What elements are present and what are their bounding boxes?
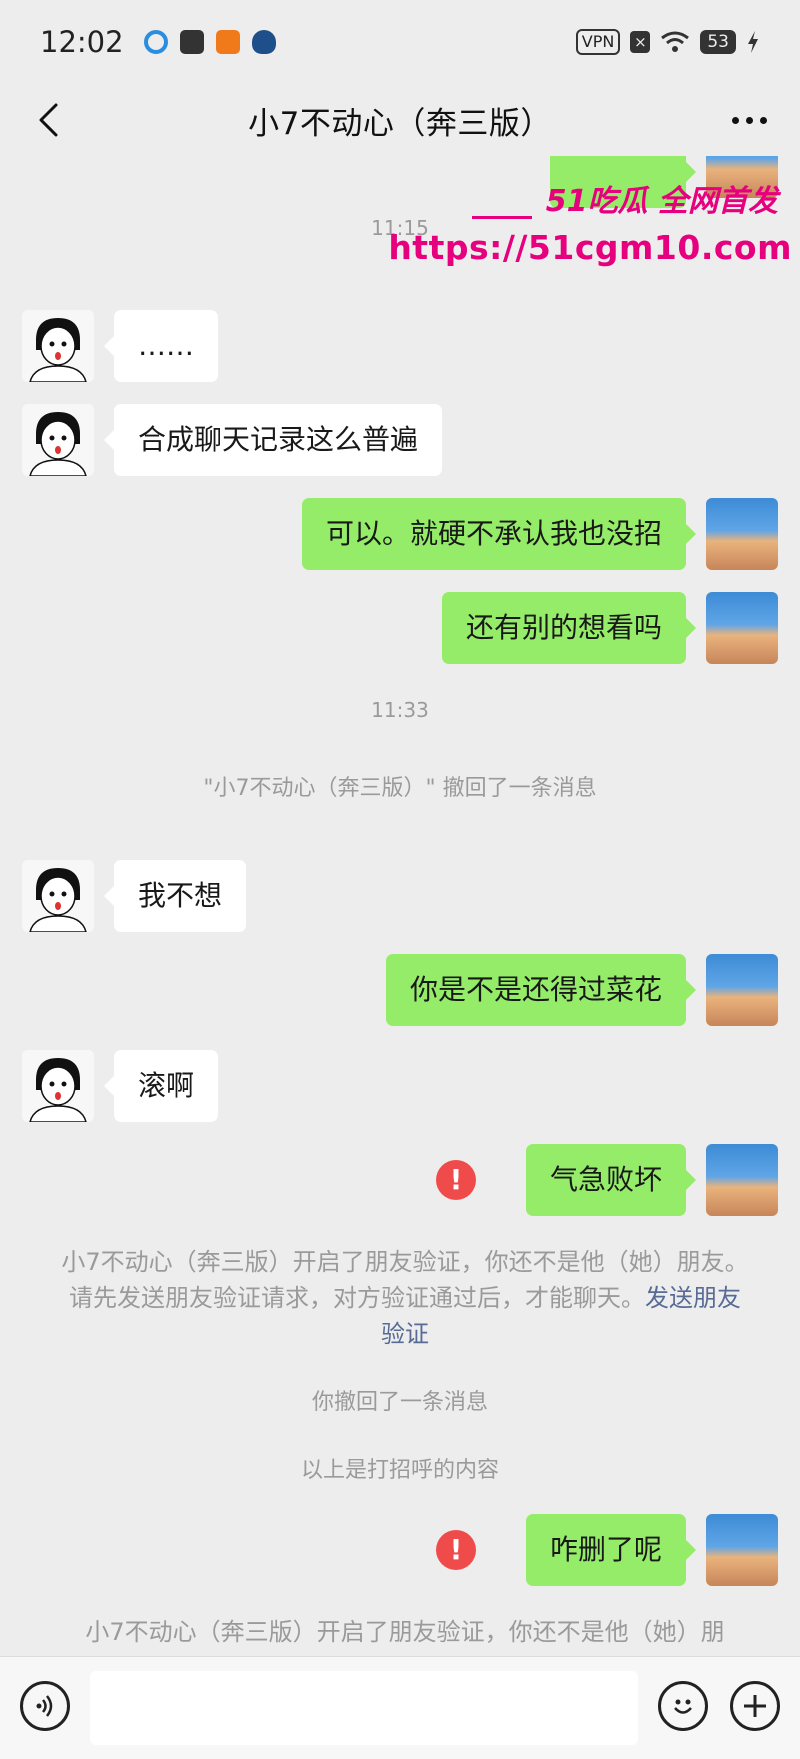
smiley-icon (674, 1699, 692, 1714)
close-icon: × (630, 31, 651, 53)
girl-avatar-icon (22, 1050, 94, 1122)
plus-icon (744, 1695, 766, 1717)
clock: 12:02 (40, 25, 124, 59)
sent-bubble[interactable]: 咋删了呢 (525, 1514, 697, 1586)
contact-avatar[interactable] (22, 310, 94, 382)
my-avatar[interactable] (706, 1144, 778, 1216)
send-failed-icon[interactable]: ! (436, 1160, 476, 1200)
my-avatar[interactable] (706, 1514, 778, 1586)
received-bubble[interactable]: 合成聊天记录这么普遍 (103, 404, 443, 476)
message-input[interactable] (90, 1671, 638, 1745)
more-options-button[interactable] (724, 98, 774, 142)
status-bar: 12:02 VPN × 53 (0, 0, 800, 84)
notification-icons (143, 30, 276, 54)
contact-avatar[interactable] (22, 404, 94, 476)
chevron-left-icon (39, 103, 58, 137)
input-bar (0, 1656, 800, 1759)
dot-icon (731, 116, 739, 124)
girl-avatar-icon (22, 310, 94, 382)
friend-verification-notice: 小7不动心（奔三版）开启了朋友验证，你还不是他（她）朋友。请先发送朋友验证请求，… (60, 1244, 750, 1352)
my-avatar[interactable] (706, 592, 778, 664)
message-list[interactable]: 11:15 …… 合成聊天记录这么普遍 可以。就硬不承认我也没招 还有别的想看吗… (0, 156, 800, 1656)
contact-avatar[interactable] (22, 860, 94, 932)
my-avatar[interactable] (706, 498, 778, 570)
charging-icon (748, 31, 758, 53)
girl-avatar-icon (22, 860, 94, 932)
chat-title: 小7不动心（奔三版） (248, 105, 552, 142)
cat-icon (251, 30, 276, 54)
app-icon (179, 30, 204, 54)
app-icon (215, 30, 240, 54)
browser-icon (143, 30, 168, 54)
timestamp: 11:33 (371, 698, 429, 722)
dot-icon (745, 116, 753, 124)
greeting-notice: 以上是打招呼的内容 (300, 1458, 499, 1483)
system-indicators: VPN × 53 (575, 29, 760, 55)
sent-bubble[interactable]: 可以。就硬不承认我也没招 (301, 498, 697, 570)
emoji-button[interactable] (658, 1681, 708, 1731)
my-avatar[interactable] (706, 954, 778, 1026)
friend-verification-notice: 小7不动心（奔三版）开启了朋友验证，你还不是他（她）朋 (60, 1614, 750, 1650)
sent-bubble[interactable]: 气急败坏 (525, 1144, 697, 1216)
watermark-brand: 51吃瓜 全网首发 (545, 184, 778, 219)
received-bubble[interactable]: 我不想 (103, 860, 247, 932)
chat-header: 小7不动心（奔三版） (0, 84, 800, 156)
contact-avatar[interactable] (22, 1050, 94, 1122)
back-button[interactable] (26, 98, 70, 142)
battery-icon: 53 (700, 30, 736, 54)
wifi-icon (661, 31, 690, 52)
you-recalled-notice: 你撤回了一条消息 (311, 1390, 488, 1415)
more-functions-button[interactable] (730, 1681, 780, 1731)
sent-bubble[interactable]: 你是不是还得过菜花 (385, 954, 697, 1026)
dot-icon (759, 116, 767, 124)
send-failed-icon[interactable]: ! (436, 1530, 476, 1570)
verification-text: 小7不动心（奔三版）开启了朋友验证，你还不是他（她）朋 (85, 1618, 725, 1646)
received-bubble[interactable]: …… (104, 310, 218, 382)
watermark-url: https://51cgm10.com (388, 228, 792, 267)
recall-notice: "小7不动心（奔三版）" 撤回了一条消息 (203, 776, 597, 801)
voice-button[interactable] (20, 1681, 70, 1731)
watermark-line (472, 216, 532, 219)
watermark: 51吃瓜 全网首发 https://51cgm10.com (388, 176, 792, 276)
received-bubble[interactable]: 滚啊 (103, 1050, 219, 1122)
vpn-icon: VPN (575, 29, 621, 55)
girl-avatar-icon (22, 404, 94, 476)
voice-icon (36, 1695, 53, 1717)
sent-bubble[interactable]: 还有别的想看吗 (441, 592, 697, 664)
